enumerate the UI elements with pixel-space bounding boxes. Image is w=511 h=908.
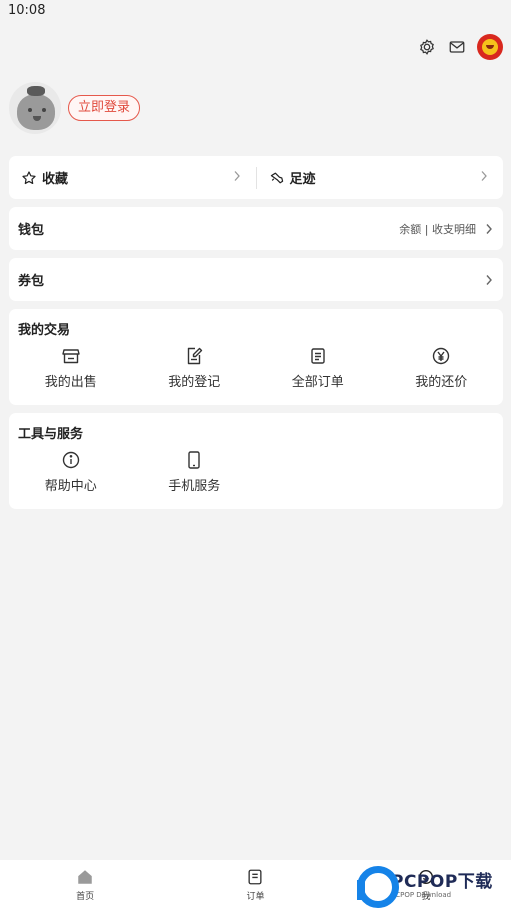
home-icon	[78, 870, 92, 884]
coupon-row[interactable]: 券包	[9, 258, 503, 301]
shop-icon	[62, 349, 80, 364]
coupon-title: 券包	[18, 274, 45, 289]
tab-label: 订单	[246, 892, 265, 902]
login-button[interactable]: 立即登录	[68, 95, 141, 121]
tools-grid: 帮助中心 手机服务	[9, 450, 503, 494]
grid-item-label: 我的还价	[415, 375, 468, 390]
grid-item-help-center[interactable]: 帮助中心	[9, 450, 133, 494]
wallet-row[interactable]: 钱包 余额 | 收支明细	[9, 207, 503, 250]
star-icon	[22, 170, 36, 184]
profile-header: 立即登录	[9, 82, 141, 134]
watermark-logo: PCPOP下载 PCPOP Download	[355, 861, 511, 908]
my-trades-card: 我的交易 我的出售 我的登记 全部订单 我的还价	[9, 309, 503, 405]
grid-item-all-orders[interactable]: 全部订单	[256, 346, 380, 390]
trades-grid: 我的出售 我的登记 全部订单 我的还价	[9, 346, 503, 390]
grid-item-label: 我的出售	[44, 375, 97, 390]
section-title: 我的交易	[18, 323, 71, 338]
collect-entry[interactable]: 收藏	[9, 156, 256, 199]
chevron-right-icon	[484, 223, 494, 235]
grid-item-my-sales[interactable]: 我的出售	[9, 346, 133, 390]
order-icon	[248, 869, 263, 885]
grid-item-label: 手机服务	[168, 479, 221, 494]
chevron-right-icon	[484, 274, 494, 286]
tools-card: 工具与服务 帮助中心 手机服务	[9, 413, 503, 509]
grid-item-my-counteroffer[interactable]: 我的还价	[380, 346, 504, 390]
mascot-avatar-icon[interactable]	[477, 34, 503, 60]
status-time: 10:08	[8, 3, 46, 18]
watermark-sub: PCPOP Download	[391, 891, 452, 899]
user-avatar[interactable]	[9, 82, 61, 134]
favorites-card: 收藏 足迹	[9, 156, 503, 199]
footprint-label: 足迹	[289, 172, 316, 187]
top-actions	[417, 34, 503, 60]
grid-item-my-registration[interactable]: 我的登记	[133, 346, 257, 390]
status-bar: 10:08	[0, 0, 511, 22]
message-mail-icon[interactable]	[447, 37, 467, 57]
info-icon	[62, 451, 79, 469]
footprint-entry[interactable]: 足迹	[257, 156, 504, 199]
watermark-brand: PCPOP下载	[391, 872, 493, 892]
chevron-right-icon	[232, 170, 242, 182]
settings-gear-icon[interactable]	[417, 37, 437, 57]
section-title: 工具与服务	[18, 427, 84, 442]
chevron-right-icon	[479, 170, 489, 182]
phone-icon	[188, 451, 200, 469]
grid-item-label: 全部订单	[291, 375, 344, 390]
orders-icon	[311, 348, 325, 364]
tab-orders[interactable]: 订单	[170, 860, 340, 908]
grid-item-label: 我的登记	[168, 375, 221, 390]
footprint-icon	[270, 172, 283, 183]
collect-label: 收藏	[42, 172, 69, 187]
grid-item-phone-service[interactable]: 手机服务	[133, 450, 257, 494]
tab-home[interactable]: 首页	[0, 860, 170, 908]
grid-item-label: 帮助中心	[44, 479, 97, 494]
pcpop-logo-icon	[355, 864, 399, 908]
yen-icon	[433, 347, 450, 365]
register-icon	[188, 347, 203, 365]
wallet-title: 钱包	[18, 223, 45, 238]
tab-label: 首页	[76, 892, 95, 902]
wallet-subtitle: 余额 | 收支明细	[399, 222, 476, 236]
